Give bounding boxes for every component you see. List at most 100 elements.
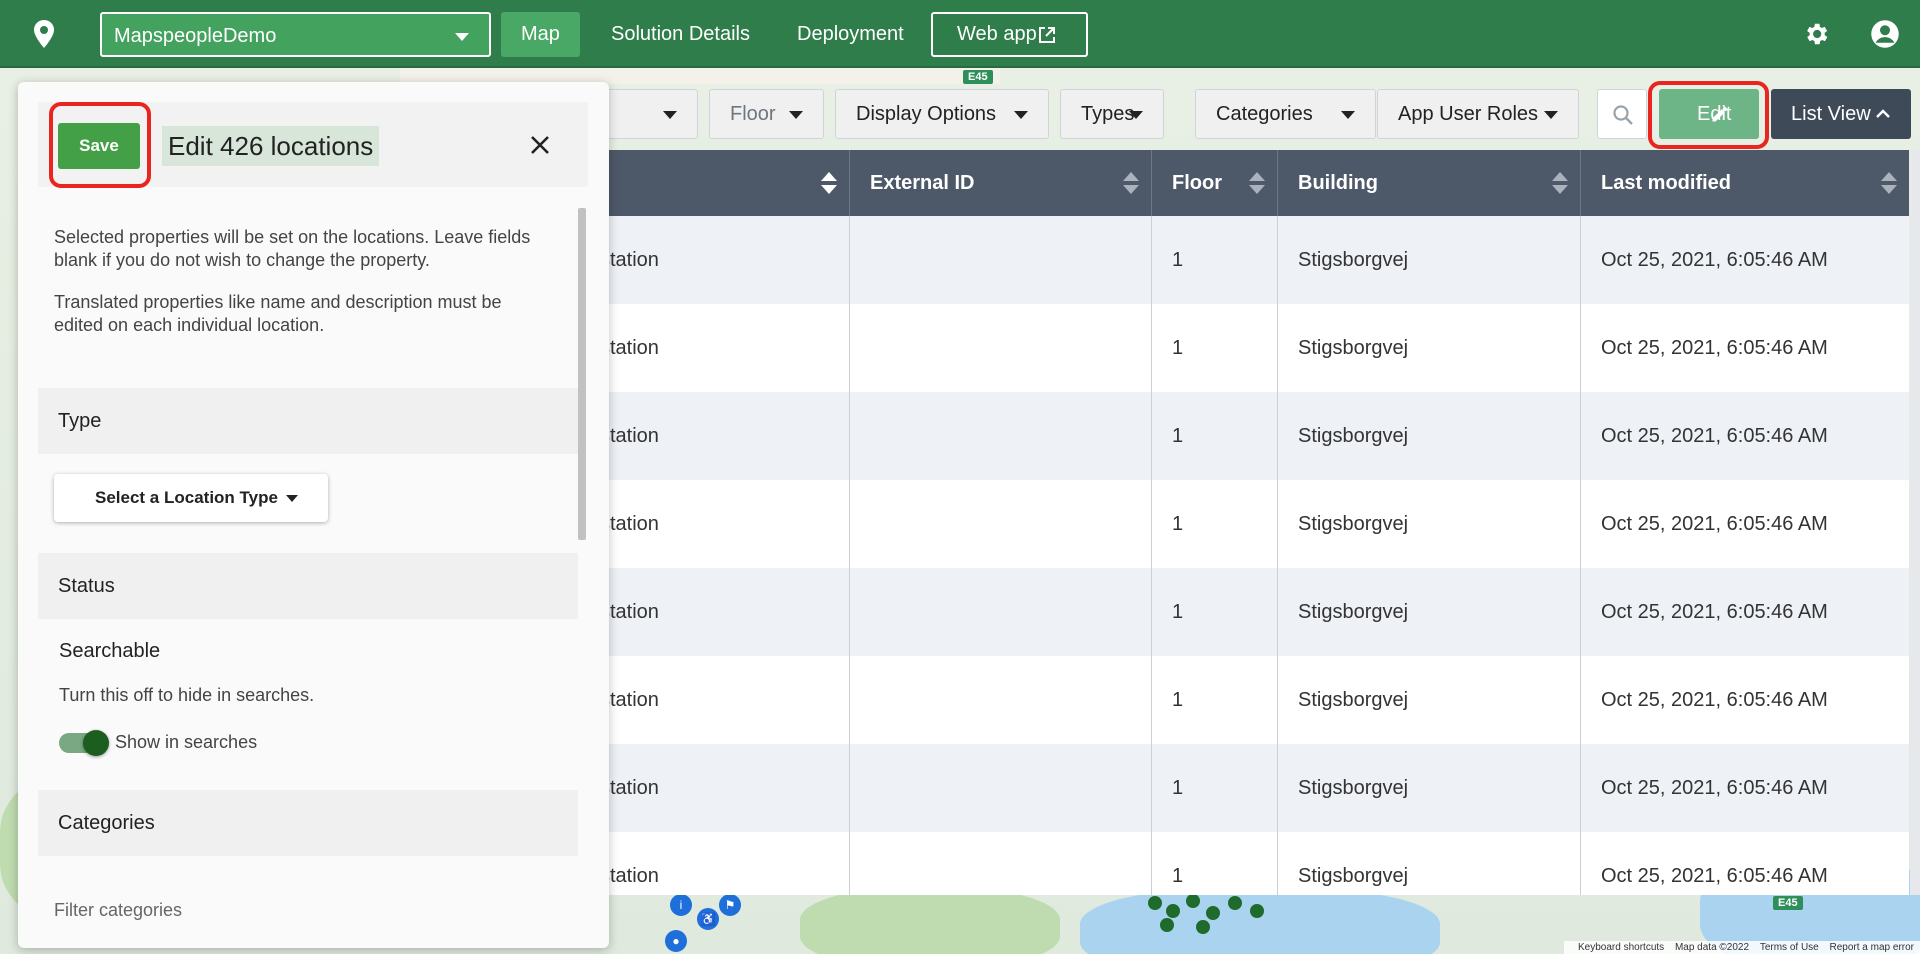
keyboard-shortcuts-link[interactable]: Keyboard shortcuts xyxy=(1578,942,1664,953)
chevron-down-icon xyxy=(1341,111,1355,119)
cell-name: station xyxy=(580,656,850,744)
categories-section-heading: Categories xyxy=(38,790,578,856)
chevron-down-icon xyxy=(663,111,677,119)
map-poi-icon[interactable]: ● xyxy=(665,930,687,952)
types-label: Types xyxy=(1081,103,1135,125)
cell-name: station xyxy=(580,392,850,480)
table-row[interactable]: station 1 Stigsborgvej Oct 25, 2021, 6:05:4… xyxy=(580,304,1909,392)
chevron-down-icon xyxy=(1129,111,1143,119)
cell-floor: 1 xyxy=(1152,568,1278,656)
cell-building: Stigsborgvej xyxy=(1278,656,1581,744)
sort-icon xyxy=(1249,172,1265,196)
cell-floor: 1 xyxy=(1152,392,1278,480)
location-type-select[interactable]: Select a Location Type xyxy=(54,474,328,522)
cell-last-modified: Oct 25, 2021, 6:05:46 AM xyxy=(1601,337,1828,359)
cell-floor: 1 xyxy=(1152,480,1278,568)
cell-external-id xyxy=(850,832,1152,895)
cell-last-modified: Oct 25, 2021, 6:05:46 AM xyxy=(1601,689,1828,711)
map-tree xyxy=(1196,920,1210,934)
cell-external-id xyxy=(850,216,1152,304)
cell-name: station xyxy=(580,480,850,568)
table-row[interactable]: station 1 Stigsborgvej Oct 25, 2021, 6:05:4… xyxy=(580,568,1909,656)
bulk-edit-panel: Save Edit 426 locations Selected propert… xyxy=(18,82,609,948)
report-error-link[interactable]: Report a map error xyxy=(1830,942,1914,953)
nav-deployment[interactable]: Deployment xyxy=(777,12,924,57)
map-pin-icon[interactable] xyxy=(30,19,58,49)
table-scrollbar[interactable] xyxy=(1910,150,1920,895)
sort-icon xyxy=(1552,172,1568,196)
cell-external-id xyxy=(850,656,1152,744)
cell-last-modified: Oct 25, 2021, 6:05:46 AM xyxy=(1601,425,1828,447)
cell-floor: 1 xyxy=(1152,832,1278,895)
display-options-dropdown[interactable]: Display Options xyxy=(835,89,1049,139)
cell-external-id xyxy=(850,480,1152,568)
cell-name: station xyxy=(580,216,850,304)
floor-label: Floor xyxy=(730,103,776,125)
categories-label: Categories xyxy=(1216,103,1313,125)
table-header: External ID Floor Building Last modified xyxy=(580,150,1909,216)
cell-floor: 1 xyxy=(1152,304,1278,392)
panel-translation-note: Translated properties like name and desc… xyxy=(54,292,502,335)
map-attribution: Keyboard shortcuts Map data ©2022 Terms … xyxy=(1564,941,1920,954)
map-data-label: Map data ©2022 xyxy=(1674,942,1750,953)
gear-icon[interactable] xyxy=(1802,20,1830,48)
highway-shield: E45 xyxy=(963,70,993,84)
toggle-knob xyxy=(83,730,109,756)
search-button[interactable] xyxy=(1597,89,1647,139)
categories-dropdown[interactable]: Categories xyxy=(1195,89,1376,139)
close-icon[interactable] xyxy=(529,134,551,156)
column-header-floor[interactable]: Floor xyxy=(1152,150,1278,216)
cell-external-id xyxy=(850,304,1152,392)
web-app-button[interactable]: Web app xyxy=(931,12,1088,57)
nav-map[interactable]: Map xyxy=(501,12,580,57)
app-user-roles-label: App User Roles xyxy=(1398,103,1539,125)
map-poi-icon[interactable]: ♿ xyxy=(697,908,719,930)
panel-scrollbar[interactable] xyxy=(578,208,586,540)
cell-building: Stigsborgvej xyxy=(1278,392,1581,480)
sort-icon xyxy=(1881,172,1897,196)
show-in-searches-toggle[interactable] xyxy=(59,730,109,756)
column-header-label: Building xyxy=(1298,172,1378,194)
web-app-label: Web app xyxy=(957,23,1037,45)
map-water xyxy=(1080,888,1440,954)
terms-link[interactable]: Terms of Use xyxy=(1760,942,1819,953)
column-header-building[interactable]: Building xyxy=(1278,150,1581,216)
cell-last-modified: Oct 25, 2021, 6:05:46 AM xyxy=(1601,777,1828,799)
status-section-heading: Status xyxy=(38,553,578,619)
list-view-toggle[interactable]: List View xyxy=(1771,89,1911,139)
table-row[interactable]: station 1 Stigsborgvej Oct 25, 2021, 6:05:4… xyxy=(580,656,1909,744)
map-tree xyxy=(1166,904,1180,918)
column-header-name[interactable] xyxy=(580,150,850,216)
app-user-roles-dropdown[interactable]: App User Roles xyxy=(1377,89,1579,139)
chevron-down-icon xyxy=(286,495,298,502)
chevron-down-icon xyxy=(1544,111,1558,119)
table-row[interactable]: station 1 Stigsborgvej Oct 25, 2021, 6:05:4… xyxy=(580,480,1909,568)
map-poi-icon[interactable]: i xyxy=(670,894,692,916)
map-tree xyxy=(1206,906,1220,920)
nav-solution-details[interactable]: Solution Details xyxy=(591,12,770,57)
column-header-external-id[interactable]: External ID xyxy=(850,150,1152,216)
display-options-label: Display Options xyxy=(856,103,997,125)
map-park xyxy=(800,888,1060,954)
solution-select-value: MapspeopleDemo xyxy=(114,25,277,47)
map-poi-icon[interactable]: ⚑ xyxy=(719,894,741,916)
table-row[interactable]: station 1 Stigsborgvej Oct 25, 2021, 6:05:4… xyxy=(580,216,1909,304)
map-tree xyxy=(1250,904,1264,918)
panel-title: Edit 426 locations xyxy=(162,126,380,166)
account-icon[interactable] xyxy=(1870,19,1900,49)
chevron-down-icon xyxy=(1014,111,1028,119)
map-tree xyxy=(1160,918,1174,932)
table-row[interactable]: station 1 Stigsborgvej Oct 25, 2021, 6:05:4… xyxy=(580,392,1909,480)
sort-icon xyxy=(821,172,837,196)
chevron-down-icon xyxy=(789,111,803,119)
table-row[interactable]: station 1 Stigsborgvej Oct 25, 2021, 6:05:4… xyxy=(580,832,1909,895)
solution-select[interactable]: MapspeopleDemo xyxy=(100,12,491,57)
cell-building: Stigsborgvej xyxy=(1278,744,1581,832)
table-row[interactable]: station 1 Stigsborgvej Oct 25, 2021, 6:05:4… xyxy=(580,744,1909,832)
types-dropdown[interactable]: Types xyxy=(1060,89,1164,139)
column-header-last-modified[interactable]: Last modified xyxy=(1581,150,1909,216)
sort-icon xyxy=(1123,172,1139,196)
show-in-searches-label: Show in searches xyxy=(115,732,258,752)
cell-building: Stigsborgvej xyxy=(1278,480,1581,568)
floor-dropdown[interactable]: Floor xyxy=(709,89,824,139)
